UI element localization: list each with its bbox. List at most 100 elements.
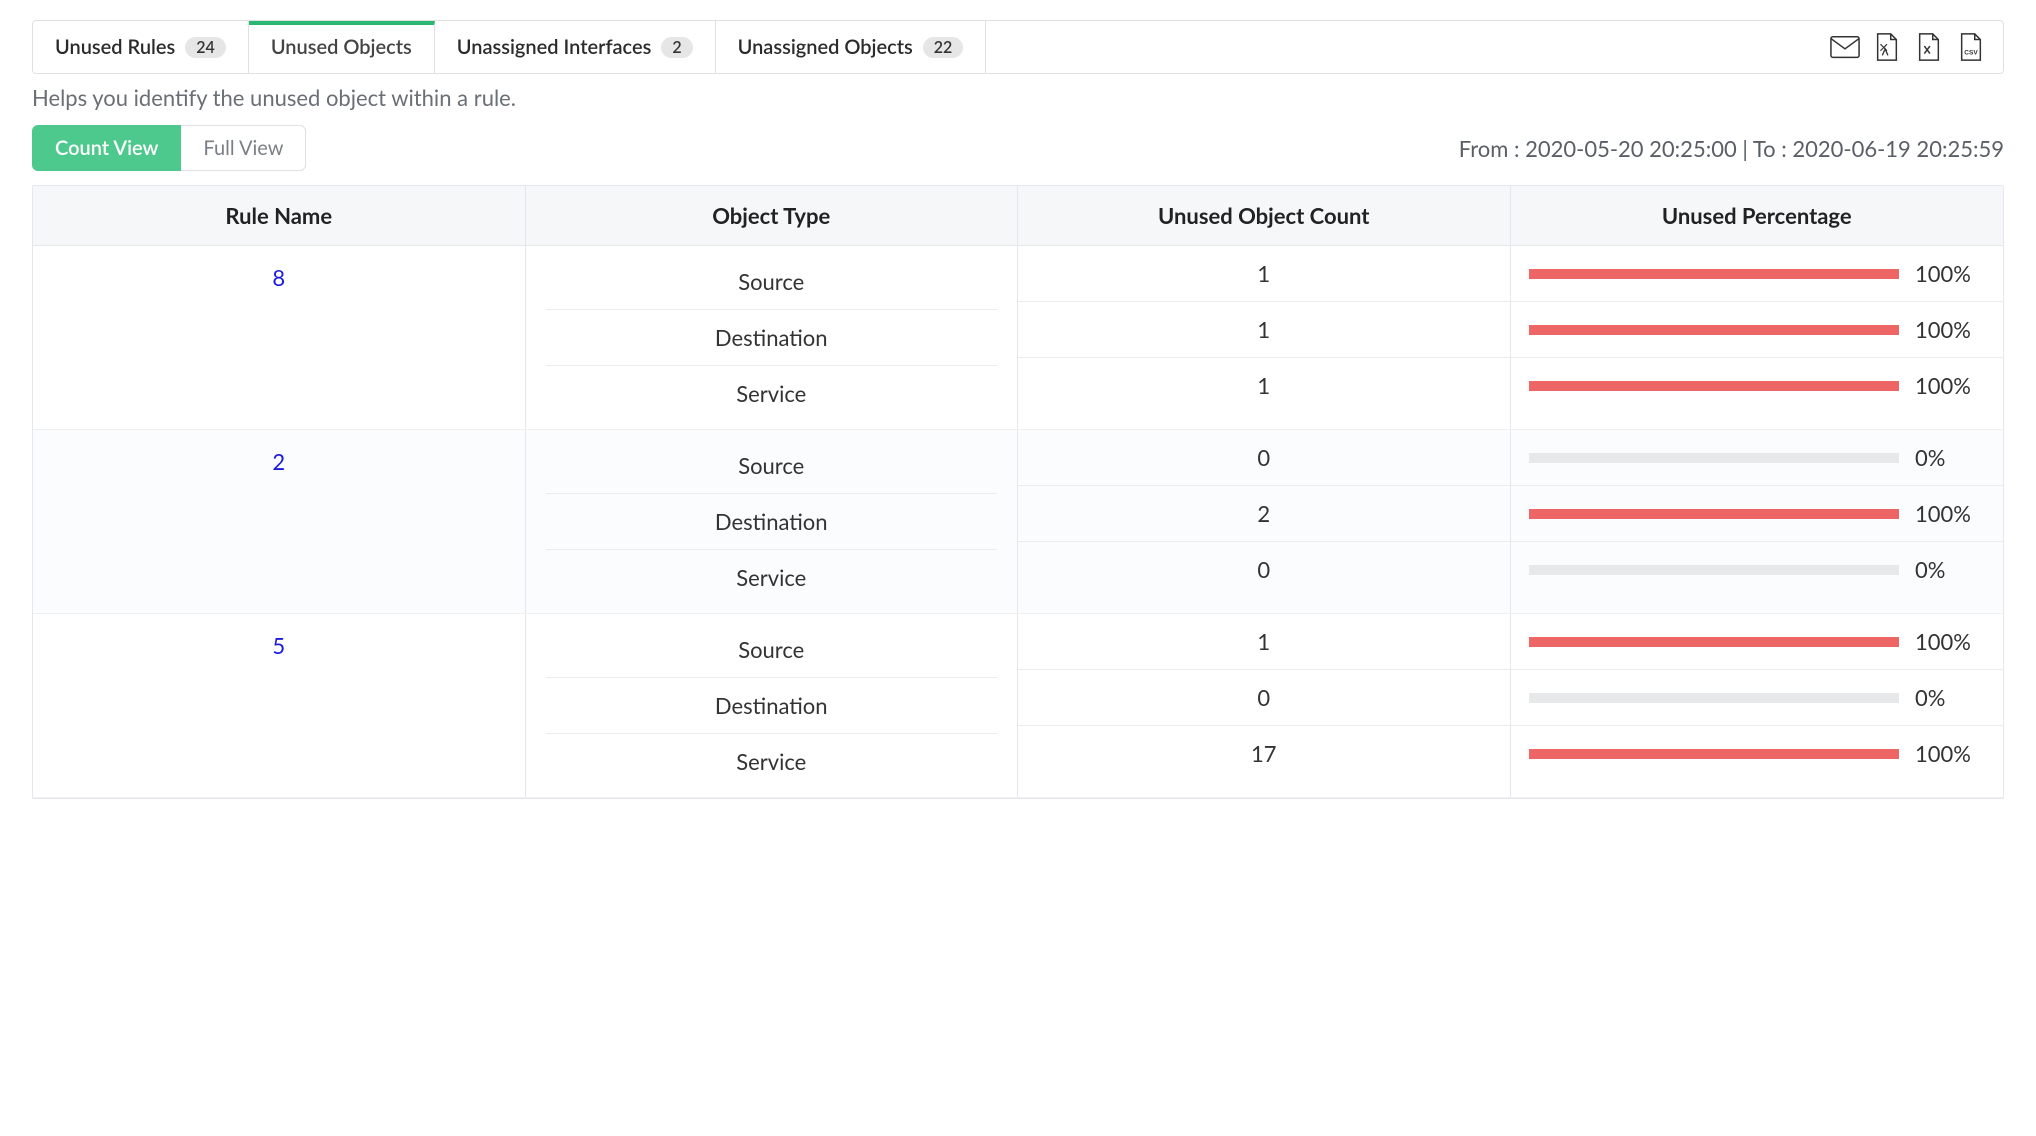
pct-row: 100% [1511, 358, 2004, 413]
cell-object-type: SourceDestinationService [526, 430, 1019, 613]
pct-label: 100% [1915, 316, 1985, 343]
pct-row: 0% [1511, 670, 2004, 726]
tab-label: Unassigned Interfaces [457, 35, 652, 59]
table-row: 8SourceDestinationService111100%100%100% [33, 246, 2003, 430]
pct-bar [1529, 693, 1900, 703]
object-type-value: Source [546, 622, 998, 678]
col-pct[interactable]: Unused Percentage [1511, 186, 2004, 245]
count-value: 1 [1018, 246, 1510, 302]
controls-row: Count View Full View From : 2020-05-20 2… [32, 125, 2004, 171]
tab-unused-objects[interactable]: Unused Objects [249, 21, 435, 73]
table-row: 5SourceDestinationService1017100%0%100% [33, 614, 2003, 798]
pct-row: 0% [1511, 430, 2004, 486]
count-value: 1 [1018, 358, 1510, 413]
pct-bar [1529, 453, 1900, 463]
cell-rule-name: 8 [33, 246, 526, 429]
object-type-value: Service [546, 550, 998, 605]
cell-rule-name: 5 [33, 614, 526, 797]
count-view-button[interactable]: Count View [32, 125, 181, 171]
pdf-icon[interactable] [1871, 33, 1903, 61]
tab-unassigned-interfaces[interactable]: Unassigned Interfaces 2 [435, 21, 716, 73]
cell-pct: 0% 100% 0% [1511, 430, 2004, 613]
table-row: 2SourceDestinationService0200%100%0% [33, 430, 2003, 614]
table-body: 8SourceDestinationService111100%100%100%… [33, 246, 2003, 798]
pct-bar-fill [1529, 381, 1900, 391]
tab-badge: 2 [661, 37, 692, 58]
pct-label: 100% [1915, 372, 1985, 399]
pct-bar [1529, 749, 1900, 759]
pct-label: 100% [1915, 628, 1985, 655]
rule-link[interactable]: 5 [272, 632, 285, 659]
object-type-value: Destination [546, 310, 998, 366]
rule-link[interactable]: 8 [272, 264, 285, 291]
full-view-button[interactable]: Full View [181, 125, 306, 171]
cell-count: 111 [1018, 246, 1511, 429]
cell-pct: 100% 100% 100% [1511, 246, 2004, 429]
pct-row: 0% [1511, 542, 2004, 597]
cell-rule-name: 2 [33, 430, 526, 613]
tab-badge: 24 [185, 37, 226, 58]
cell-object-type: SourceDestinationService [526, 246, 1019, 429]
pct-label: 0% [1915, 444, 1985, 471]
table-header: Rule Name Object Type Unused Object Coun… [33, 186, 2003, 246]
date-range-text: From : 2020-05-20 20:25:00 | To : 2020-0… [1459, 135, 2004, 162]
pct-bar [1529, 509, 1900, 519]
pct-row: 100% [1511, 246, 2004, 302]
count-value: 17 [1018, 726, 1510, 781]
pct-bar [1529, 325, 1900, 335]
cell-count: 1017 [1018, 614, 1511, 797]
count-value: 1 [1018, 302, 1510, 358]
pct-bar [1529, 381, 1900, 391]
pct-bar-fill [1529, 637, 1900, 647]
object-type-value: Source [546, 438, 998, 494]
col-count[interactable]: Unused Object Count [1018, 186, 1511, 245]
svg-text:CSV: CSV [1964, 49, 1978, 56]
view-toggle: Count View Full View [32, 125, 306, 171]
count-value: 0 [1018, 542, 1510, 597]
tab-label: Unused Objects [271, 35, 412, 59]
rule-link[interactable]: 2 [272, 448, 285, 475]
pct-bar [1529, 637, 1900, 647]
count-value: 2 [1018, 486, 1510, 542]
xls-icon[interactable] [1913, 33, 1945, 61]
pct-row: 100% [1511, 726, 2004, 781]
page-description: Helps you identify the unused object wit… [32, 84, 2004, 111]
pct-row: 100% [1511, 302, 2004, 358]
count-value: 1 [1018, 614, 1510, 670]
count-value: 0 [1018, 670, 1510, 726]
mail-icon[interactable] [1829, 33, 1861, 61]
tabs-bar: Unused Rules 24 Unused Objects Unassigne… [32, 20, 2004, 74]
object-type-value: Destination [546, 678, 998, 734]
spacer [986, 21, 1813, 73]
tab-label: Unassigned Objects [738, 35, 913, 59]
pct-label: 100% [1915, 260, 1985, 287]
export-toolbar: CSV [1813, 21, 2003, 73]
tab-unassigned-objects[interactable]: Unassigned Objects 22 [716, 21, 987, 73]
pct-bar-fill [1529, 325, 1900, 335]
pct-bar [1529, 565, 1900, 575]
tab-label: Unused Rules [55, 35, 175, 59]
pct-label: 100% [1915, 500, 1985, 527]
pct-bar-fill [1529, 269, 1900, 279]
pct-row: 100% [1511, 486, 2004, 542]
col-object-type[interactable]: Object Type [526, 186, 1019, 245]
tab-badge: 22 [923, 37, 964, 58]
pct-bar-fill [1529, 509, 1900, 519]
object-type-value: Service [546, 366, 998, 421]
pct-label: 100% [1915, 740, 1985, 767]
object-type-value: Destination [546, 494, 998, 550]
pct-bar-fill [1529, 749, 1900, 759]
col-rule-name[interactable]: Rule Name [33, 186, 526, 245]
cell-object-type: SourceDestinationService [526, 614, 1019, 797]
tab-unused-rules[interactable]: Unused Rules 24 [33, 21, 249, 73]
cell-count: 020 [1018, 430, 1511, 613]
pct-label: 0% [1915, 556, 1985, 583]
count-value: 0 [1018, 430, 1510, 486]
pct-label: 0% [1915, 684, 1985, 711]
object-type-value: Service [546, 734, 998, 789]
pct-row: 100% [1511, 614, 2004, 670]
unused-objects-table: Rule Name Object Type Unused Object Coun… [32, 185, 2004, 799]
csv-icon[interactable]: CSV [1955, 33, 1987, 61]
object-type-value: Source [546, 254, 998, 310]
cell-pct: 100% 0% 100% [1511, 614, 2004, 797]
